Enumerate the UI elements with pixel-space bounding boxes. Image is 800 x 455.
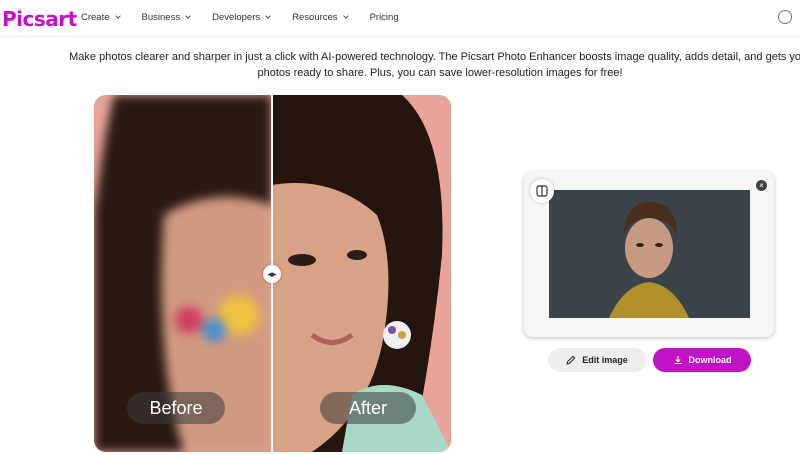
logo-text: Picsart — [2, 7, 77, 31]
nav-item-business[interactable]: Business — [142, 12, 191, 23]
nav-item-pricing[interactable]: Pricing — [370, 12, 399, 23]
before-label: Before — [127, 392, 225, 424]
hero-description: Make photos clearer and sharper in just … — [40, 49, 800, 81]
nav-item-label: Create — [81, 12, 110, 23]
result-photo — [549, 190, 750, 318]
handle-glyph: ◂▸ — [267, 269, 277, 279]
nav-item-label: Developers — [212, 12, 261, 23]
main-menu: Create Business Developers Resources Pri… — [81, 12, 421, 23]
edit-image-button[interactable]: Edit image — [548, 348, 646, 372]
edit-image-label: Edit image — [582, 355, 628, 365]
nav-item-label: Resources — [292, 12, 338, 23]
chevron-down-icon — [342, 13, 349, 19]
close-glyph: × — [759, 181, 764, 190]
before-after-comparison[interactable]: ◂▸ Before After — [94, 95, 451, 452]
compare-toggle-icon[interactable] — [530, 179, 554, 203]
nav-item-developers[interactable]: Developers — [212, 12, 271, 23]
chevron-down-icon — [185, 13, 191, 19]
after-label: After — [320, 392, 416, 424]
chevron-down-icon — [114, 13, 121, 19]
user-icon[interactable] — [778, 10, 792, 24]
nav-item-resources[interactable]: Resources — [292, 12, 349, 23]
description-line-1: Make photos clearer and sharper in just … — [69, 51, 800, 63]
top-navigation: Picsart Create Business Developers Resou… — [0, 0, 800, 37]
pencil-icon — [566, 355, 576, 365]
download-button[interactable]: Download — [653, 348, 751, 372]
nav-item-create[interactable]: Create — [81, 12, 121, 23]
nav-item-label: Business — [141, 12, 181, 23]
download-label: Download — [688, 355, 732, 365]
chevron-down-icon — [265, 13, 271, 19]
slider-handle-icon[interactable]: ◂▸ — [263, 265, 281, 283]
result-preview-card: × — [524, 172, 774, 337]
nav-item-label: Pricing — [369, 12, 399, 23]
close-icon[interactable]: × — [756, 180, 767, 191]
description-line-2: photos ready to share. Plus, you can sav… — [257, 67, 623, 79]
download-icon — [674, 356, 681, 365]
picsart-logo[interactable]: Picsart — [2, 7, 77, 31]
